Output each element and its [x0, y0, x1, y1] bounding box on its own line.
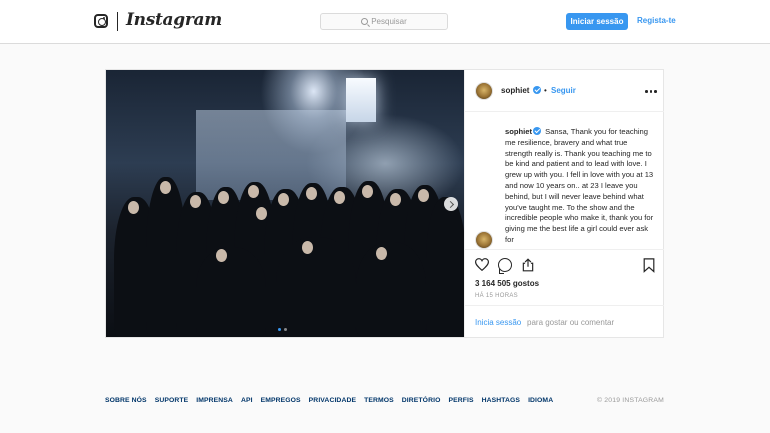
footer-link[interactable]: SUPORTE: [155, 397, 189, 404]
footer-links: SOBRE NÓS SUPORTE IMPRENSA API EMPREGOS PRIVA…: [105, 397, 553, 404]
caption-text: Sansa, Thank you for teaching me resilie…: [505, 127, 654, 244]
footer: SOBRE NÓS SUPORTE IMPRENSA API EMPREGOS PRIVA…: [105, 397, 664, 409]
header-separator: •: [544, 86, 547, 95]
footer-link[interactable]: PRIVACIDADE: [309, 397, 356, 404]
comment-icon[interactable]: [498, 258, 512, 274]
post-photo[interactable]: [106, 70, 464, 337]
top-navigation: Instagram Pesquisar Iniciar sessão Regis…: [0, 0, 770, 44]
footer-link[interactable]: DIRETÓRIO: [402, 397, 441, 404]
caption-username[interactable]: sophiet: [505, 127, 532, 136]
bookmark-icon[interactable]: [643, 258, 655, 273]
post-header: sophiet • Seguir: [465, 70, 664, 112]
photo-figure: [196, 247, 266, 337]
photo-face: [190, 195, 201, 208]
login-prompt: Inicia sessão para gostar ou comentar: [465, 305, 664, 337]
photo-face: [218, 191, 229, 204]
photo-face: [306, 187, 317, 200]
footer-link[interactable]: PERFIS: [448, 397, 473, 404]
photo-group: [106, 137, 464, 337]
likes-count[interactable]: 3 164 505 gostos: [475, 279, 539, 288]
post-timestamp[interactable]: HÁ 15 HORAS: [475, 293, 518, 299]
post-sidebar: sophiet • Seguir sophiet Sansa, Thank yo…: [464, 70, 664, 337]
verified-icon: [533, 127, 542, 135]
copyright: © 2019 INSTAGRAM: [596, 397, 664, 404]
search-input[interactable]: Pesquisar: [320, 13, 448, 30]
chevron-right-icon[interactable]: [444, 197, 458, 211]
footer-link[interactable]: TERMOS: [364, 397, 394, 404]
caption-area[interactable]: sophiet Sansa, Thank you for teaching me…: [465, 113, 664, 249]
logo-divider: [117, 12, 118, 31]
footer-link[interactable]: IMPRENSA: [196, 397, 233, 404]
more-icon[interactable]: [645, 90, 657, 93]
photo-lamp: [346, 78, 376, 122]
photo-face: [160, 181, 171, 194]
footer-link[interactable]: EMPREGOS: [261, 397, 301, 404]
footer-link[interactable]: API: [241, 397, 253, 404]
carousel-dot: [278, 328, 281, 331]
photo-face: [418, 189, 429, 202]
instagram-wordmark[interactable]: Instagram: [126, 10, 222, 30]
photo-face: [376, 247, 387, 260]
follow-button[interactable]: Seguir: [551, 86, 576, 95]
share-icon[interactable]: [521, 258, 535, 272]
footer-link[interactable]: HASHTAGS: [482, 397, 520, 404]
photo-face: [278, 193, 289, 206]
signup-link[interactable]: Regista-te: [637, 16, 676, 25]
photo-face: [362, 185, 373, 198]
photo-face: [334, 191, 345, 204]
carousel-indicator: [278, 328, 287, 331]
photo-figure: [426, 197, 464, 337]
footer-link[interactable]: IDIOMA: [528, 397, 553, 404]
post-card: sophiet • Seguir sophiet Sansa, Thank yo…: [105, 69, 664, 338]
photo-face: [390, 193, 401, 206]
avatar[interactable]: [475, 82, 493, 100]
search-placeholder: Pesquisar: [371, 17, 407, 26]
photo-face: [216, 249, 227, 262]
login-prompt-text: para gostar ou comentar: [527, 318, 615, 327]
photo-figure: [356, 242, 426, 337]
post-actions: 3 164 505 gostos HÁ 15 HORAS: [465, 249, 664, 305]
photo-face: [302, 241, 313, 254]
photo-face: [128, 201, 139, 214]
search-icon: [361, 18, 369, 25]
carousel-dot: [284, 328, 287, 331]
footer-link[interactable]: SOBRE NÓS: [105, 397, 147, 404]
photo-figure: [276, 237, 356, 337]
login-button[interactable]: Iniciar sessão: [566, 13, 628, 30]
instagram-glyph-icon[interactable]: [94, 14, 108, 28]
verified-icon: [533, 86, 541, 94]
post-username[interactable]: sophiet: [501, 86, 529, 95]
photo-face: [248, 185, 259, 198]
post-caption: sophiet Sansa, Thank you for teaching me…: [505, 127, 655, 246]
heart-icon[interactable]: [475, 258, 489, 271]
photo-face: [256, 207, 267, 220]
avatar[interactable]: [475, 231, 493, 249]
login-link[interactable]: Inicia sessão: [475, 318, 521, 327]
